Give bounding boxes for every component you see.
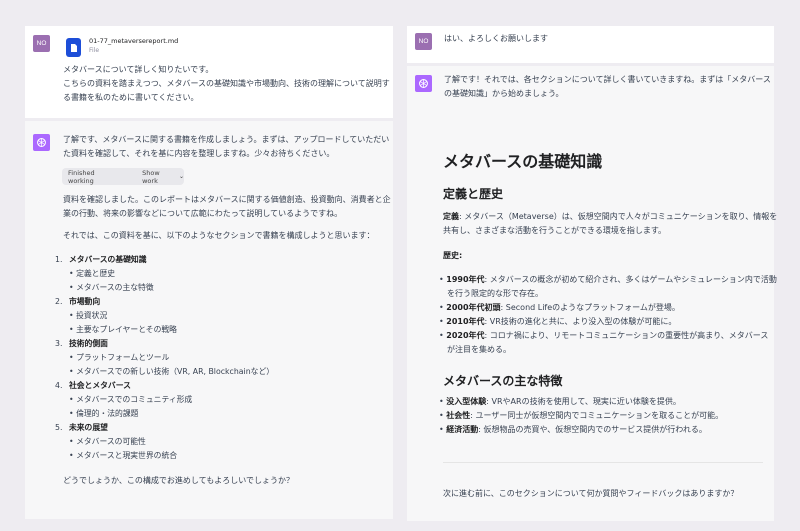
user-avatar: NO (415, 33, 432, 50)
list-item: • メタバースの主な特徴 (69, 283, 154, 292)
history-label: 歴史: (443, 251, 463, 260)
definition-line-1: 定義: メタバース（Metaverse）は、仮想空間内で人々がコミュニケーション… (443, 212, 778, 221)
list-item: • プラットフォームとツール (69, 353, 170, 362)
section-num: 3. (55, 339, 63, 348)
section-title: メタバースの基礎知識 (68, 255, 147, 264)
section-title: 市場動向 (68, 297, 101, 306)
para2-line-1: 資料を確認しました。このレポートはメタバースに関する価値創造、投資動向、消費者と… (63, 195, 391, 204)
section-num: 1. (55, 255, 63, 264)
assistant-avatar (415, 75, 432, 92)
section-num: 5. (55, 423, 63, 432)
section-list: 1. メタバースの基礎知識 • 定義と歴史 • メタバースの主な特徴 2. 市場… (55, 254, 385, 494)
user-avatar: NO (33, 35, 50, 52)
feature-item-economy: • 経済活動: 仮想物品の売買や、仮想空間内でのサービス提供が行われる。 (439, 425, 707, 434)
right-user-message: NO はい、よろしくお願いします (407, 26, 774, 63)
intro-line-2: た資料を確認して、それを基に内容を整理しますね。少々お待ちください。 (63, 149, 335, 158)
history-item-2000: • 2000年代初頭: Second Lifeのようなプラットフォームが登場。 (439, 303, 680, 312)
section-1: 1. メタバースの基礎知識 (55, 254, 147, 265)
para3: それでは、この資料を基に、以下のようなセクションで書籍を構成しようと思います： (63, 231, 375, 240)
user-reply: はい、よろしくお願いします (444, 34, 548, 43)
list-item: • 倫理的・法的課題 (69, 409, 139, 418)
section-5: 5. 未来の展望 (55, 422, 108, 433)
user-line-1: メタバースについて詳しく知りたいです。 (63, 65, 214, 74)
show-work-button[interactable]: Show work (142, 169, 174, 185)
intro-line-1: 了解です！それでは、各セクションについて詳しく書いていきますね。まずは「メタバー… (444, 75, 771, 84)
definition-line-2: 共有し、さまざまな活動を行うことができる環境を指します。 (443, 226, 667, 235)
para2-line-2: 業の行動、将来の影響などについて広範にわたって説明しているようですね。 (63, 209, 343, 218)
subheading-history: 定義と歴史 (443, 187, 504, 201)
feature-item-social: • 社会性: ユーザー同士が仮想空間内でコミュニケーションを取ることが可能。 (439, 411, 724, 420)
list-item: • メタバースでのコミュニティ形成 (69, 395, 193, 404)
section-4: 4. 社会とメタバース (55, 380, 131, 391)
section-num: 4. (55, 381, 63, 390)
chevron-down-icon[interactable]: ⌄ (179, 173, 184, 180)
status-label: Finished working (68, 168, 95, 185)
section-title: 技術的側面 (68, 339, 108, 348)
openai-logo-icon (37, 138, 46, 147)
section-3: 3. 技術的側面 (55, 338, 108, 349)
section-title: 未来の展望 (68, 423, 108, 432)
list-item: • 主要なプレイヤーとその戦略 (69, 325, 177, 334)
history-item-2020-cont: が注目を集める。 (447, 345, 511, 354)
feature-item-immersive: • 没入型体験: VRやARの技術を使用して、現実に近い体験を提供。 (439, 397, 681, 406)
section-2: 2. 市場動向 (55, 296, 100, 307)
file-name[interactable]: 01-77_metaversereport.md (89, 36, 178, 46)
file-icon[interactable] (66, 38, 81, 57)
list-item: • 定義と歴史 (69, 269, 116, 278)
history-item-2020: • 2020年代: コロナ禍により、リモートコミュニケーションの重要性が高まり、… (439, 331, 769, 340)
right-assistant-message: 了解です！それでは、各セクションについて詳しく書いていきますね。まずは「メタバー… (407, 66, 778, 521)
closing-question: どうでしょうか、この構成でお進めしてもよろしいでしょうか？ (63, 476, 294, 485)
definition-label: 定義 (443, 212, 459, 221)
user-line-3: る書籍を私のために書いてください。 (63, 93, 199, 102)
finished-working-chip[interactable]: Finished working Show work ⌄ (62, 168, 184, 185)
section-num: 2. (55, 297, 63, 306)
list-item: • メタバースの可能性 (69, 437, 146, 446)
closing-question: 次に進む前に、このセクションについて何か質問やフィードバックはありますか？ (443, 489, 739, 498)
openai-logo-icon (419, 79, 428, 88)
intro-line-1: 了解です、メタバースに関する書籍を作成しましょう。まずは、アップロードしていただ… (63, 135, 390, 144)
list-item: • メタバースでの新しい技術（VR, AR, Blockchainなど） (69, 367, 275, 376)
history-item-2010: • 2010年代: VR技術の進化と共に、より没入型の体験が可能に。 (439, 317, 677, 326)
divider (443, 462, 763, 463)
doc-heading: メタバースの基礎知識 (443, 152, 603, 171)
assistant-avatar (33, 134, 50, 151)
file-type: File (89, 47, 100, 54)
left-user-message: NO 01-77_metaversereport.md File メタバースにつ… (25, 26, 393, 118)
list-item: • メタバースと現実世界の統合 (69, 451, 178, 460)
history-item-1990: • 1990年代: メタバースの概念が初めて紹介され、多くはゲームやシミュレーシ… (439, 275, 777, 284)
subheading-features: メタバースの主な特徴 (443, 374, 563, 388)
section-title: 社会とメタバース (68, 381, 131, 390)
history-item-1990-cont: を行う限定的な形で存在。 (447, 289, 543, 298)
user-line-2: こちらの資料を踏まえつつ、メタバースの基礎知識や市場動向、技術の理解について説明… (63, 79, 390, 88)
list-item: • 投資状況 (69, 311, 108, 320)
left-assistant-message: 了解です、メタバースに関する書籍を作成しましょう。まずは、アップロードしていただ… (25, 121, 393, 519)
intro-line-2: の基礎知識」から始めましょう。 (444, 89, 564, 98)
